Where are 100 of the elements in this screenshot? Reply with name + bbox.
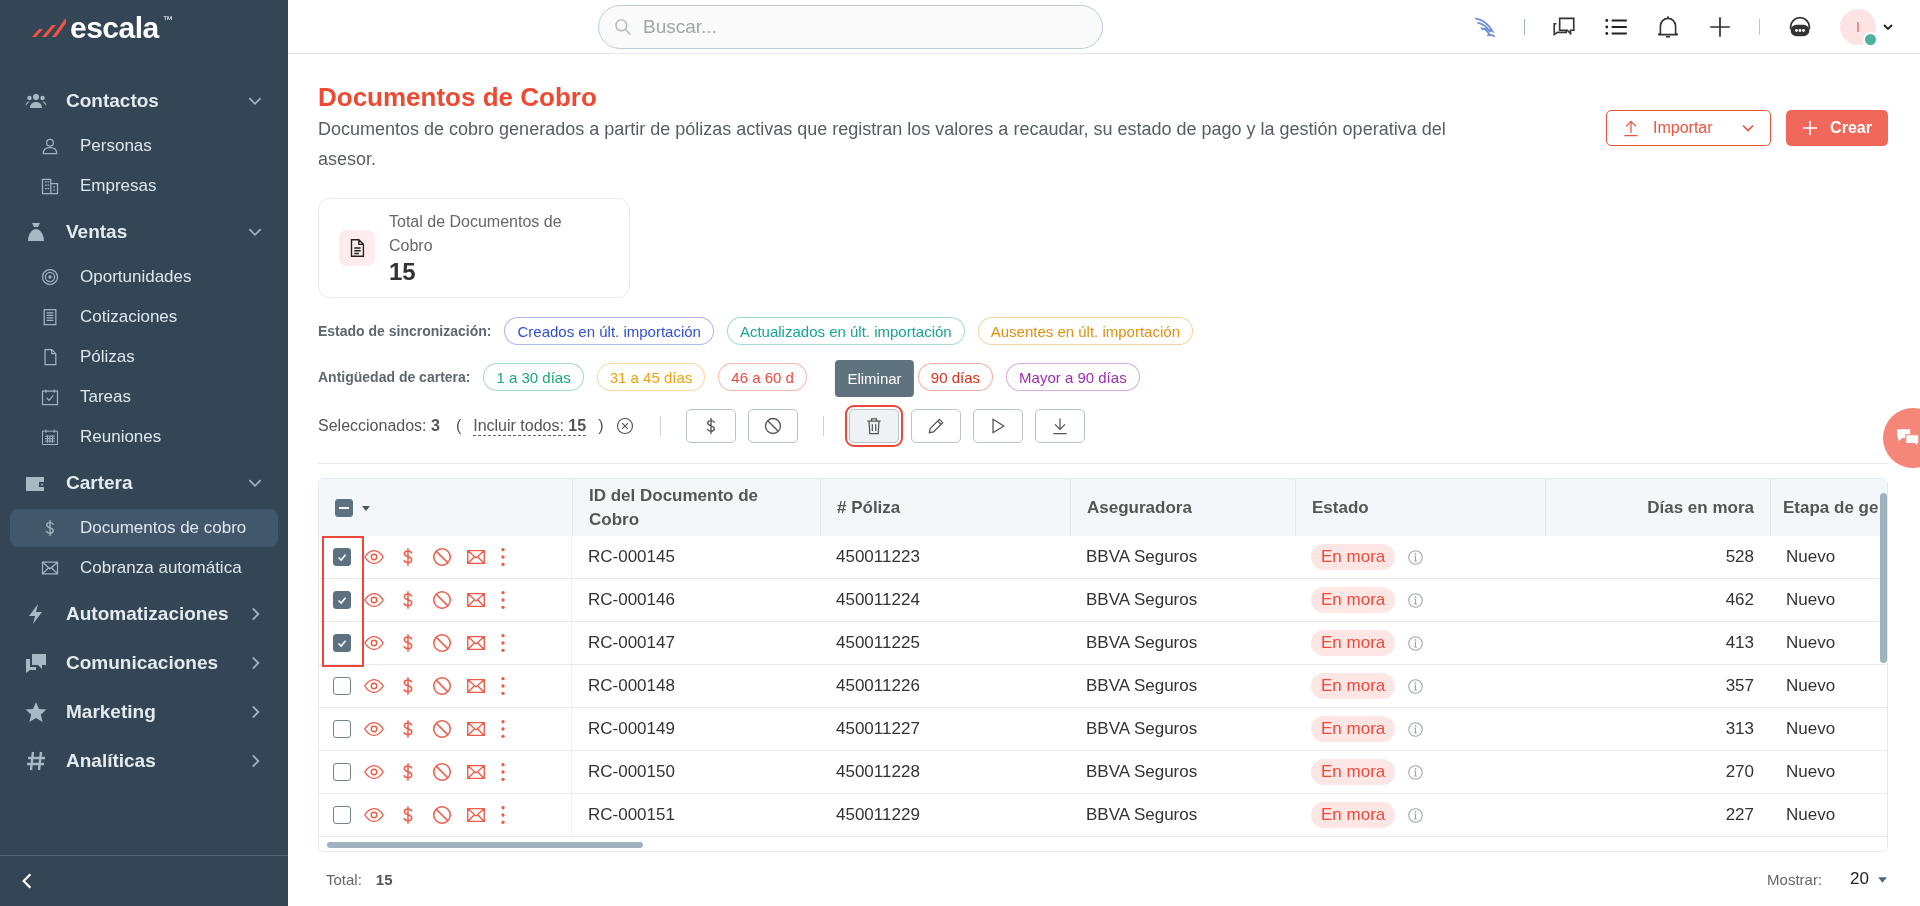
table-cell-text: RC-000145: [587, 546, 676, 568]
sidebar-section[interactable]: Comunicaciones: [0, 638, 288, 687]
info-icon[interactable]: [1407, 548, 1425, 566]
dollar-button[interactable]: [686, 409, 737, 443]
table-cell-text: Nuevo: [1785, 804, 1837, 826]
sidebar-item[interactable]: Documentos de cobro: [10, 509, 278, 547]
more-icon[interactable]: [499, 675, 507, 697]
ban-icon[interactable]: [431, 675, 453, 697]
total-label: Total:: [326, 870, 362, 888]
table-cell-text: RC-000148: [587, 675, 676, 697]
filter-chip[interactable]: 46 a 60 d: [718, 363, 807, 391]
ban-button[interactable]: [748, 409, 799, 443]
status-badge: En mora: [1311, 802, 1396, 828]
ban-icon[interactable]: [431, 718, 453, 740]
info-icon[interactable]: [1407, 806, 1425, 824]
row-checkbox[interactable]: [333, 720, 351, 738]
more-icon[interactable]: [499, 589, 507, 611]
table-cell-text: BBVA Seguros: [1085, 761, 1199, 783]
sidebar-section[interactable]: Analíticas: [0, 736, 288, 785]
filter-chip[interactable]: Creados en últ. importación: [504, 317, 714, 345]
table-cell-text: 462: [1724, 589, 1755, 611]
bell-icon[interactable]: [1655, 13, 1681, 40]
info-icon[interactable]: [1407, 720, 1425, 738]
more-icon[interactable]: [499, 804, 507, 826]
play-button[interactable]: [973, 409, 1024, 443]
table-cell-text: Nuevo: [1785, 675, 1837, 697]
table-cell-text: 413: [1724, 632, 1755, 654]
more-icon[interactable]: [499, 546, 507, 568]
trademark: ™: [162, 14, 173, 25]
sidebar-section[interactable]: Automatizaciones: [0, 589, 288, 638]
sidebar-section[interactable]: Ventas: [0, 207, 288, 256]
page-size-select[interactable]: 20: [1850, 869, 1888, 889]
filter-chip[interactable]: 90 días: [917, 363, 994, 391]
ban-icon[interactable]: [431, 632, 453, 654]
status-badge: En mora: [1311, 587, 1396, 613]
sidebar-item[interactable]: Pólizas: [10, 338, 278, 376]
sidebar-item[interactable]: Tareas: [10, 378, 278, 416]
select-all-checkbox[interactable]: [335, 498, 353, 517]
row-checkbox[interactable]: [333, 677, 351, 695]
import-button[interactable]: Importar: [1606, 110, 1771, 146]
more-icon[interactable]: [499, 718, 507, 740]
table-cell-text: 450011229: [835, 804, 921, 826]
sidebar-section[interactable]: Cartera: [0, 458, 288, 507]
calendar-icon: [40, 427, 60, 447]
row-checkbox[interactable]: [333, 591, 351, 609]
sidebar-item[interactable]: Reuniones: [10, 418, 278, 456]
column-header[interactable]: ID del Documento de Cobro: [572, 479, 820, 536]
row-checkbox[interactable]: [333, 806, 351, 824]
download-button[interactable]: [1035, 409, 1086, 443]
table-cell-text: Nuevo: [1785, 589, 1837, 611]
table-cell-text: 450011223: [835, 546, 921, 568]
more-icon[interactable]: [499, 632, 507, 654]
calendar-check-icon: [40, 387, 60, 407]
stat-label: Total de Documentos de Cobro: [389, 212, 563, 256]
table-cell-text: Nuevo: [1785, 761, 1837, 783]
table-cell-text: 450011228: [835, 761, 921, 783]
search-input[interactable]: Buscar...: [643, 7, 1102, 47]
clear-icon[interactable]: [615, 416, 636, 436]
include-all-link[interactable]: Incluir todos: 15: [473, 416, 587, 436]
page-size-label: Mostrar:: [1767, 870, 1823, 888]
sidebar-item[interactable]: Cotizaciones: [10, 298, 278, 336]
filter-chip[interactable]: Mayor a 90 días: [1006, 363, 1140, 391]
status-badge: En mora: [1311, 673, 1396, 699]
info-icon[interactable]: [1407, 763, 1425, 781]
info-icon[interactable]: [1407, 591, 1425, 609]
ban-icon[interactable]: [431, 589, 453, 611]
ban-icon[interactable]: [431, 804, 453, 826]
stat-value: 15: [389, 258, 417, 286]
column-header[interactable]: # Póliza: [820, 479, 1070, 536]
table-cell-text: 270: [1724, 761, 1755, 783]
sidebar-section[interactable]: Marketing: [0, 687, 288, 736]
status-badge: En mora: [1311, 544, 1396, 570]
table-cell-text: RC-000146: [587, 589, 676, 611]
sidebar-item[interactable]: Oportunidades: [10, 258, 278, 296]
row-checkbox[interactable]: [333, 763, 351, 781]
ban-icon[interactable]: [431, 761, 453, 783]
ban-icon[interactable]: [431, 546, 453, 568]
more-icon[interactable]: [499, 761, 507, 783]
status-badge: En mora: [1311, 759, 1396, 785]
column-header[interactable]: Días en mora: [1545, 479, 1770, 536]
table-cell-text: 357: [1724, 675, 1755, 697]
sidebar-item[interactable]: Cobranza automática: [10, 549, 278, 587]
status-badge: En mora: [1311, 630, 1396, 656]
sidebar-item[interactable]: Empresas: [10, 167, 278, 205]
table-cell-text: RC-000150: [587, 761, 676, 783]
search-field[interactable]: Buscar...: [598, 5, 1103, 49]
info-icon[interactable]: [1407, 677, 1425, 695]
info-icon[interactable]: [1407, 634, 1425, 652]
pencil-button[interactable]: [911, 409, 962, 443]
sidebar-section[interactable]: Contactos: [0, 76, 288, 125]
table-cell-text: BBVA Seguros: [1085, 718, 1199, 740]
column-header[interactable]: Aseguradora: [1070, 479, 1295, 536]
row-checkbox[interactable]: [333, 548, 351, 566]
sidebar-item[interactable]: Personas: [10, 127, 278, 165]
column-header[interactable]: Estado: [1295, 479, 1545, 536]
filter-label: Estado de sincronización:: [318, 323, 492, 339]
table-cell-text: 450011226: [835, 675, 921, 697]
search-icon: [613, 17, 633, 37]
row-checkbox[interactable]: [333, 634, 351, 652]
table-cell-text: RC-000151: [587, 804, 676, 826]
